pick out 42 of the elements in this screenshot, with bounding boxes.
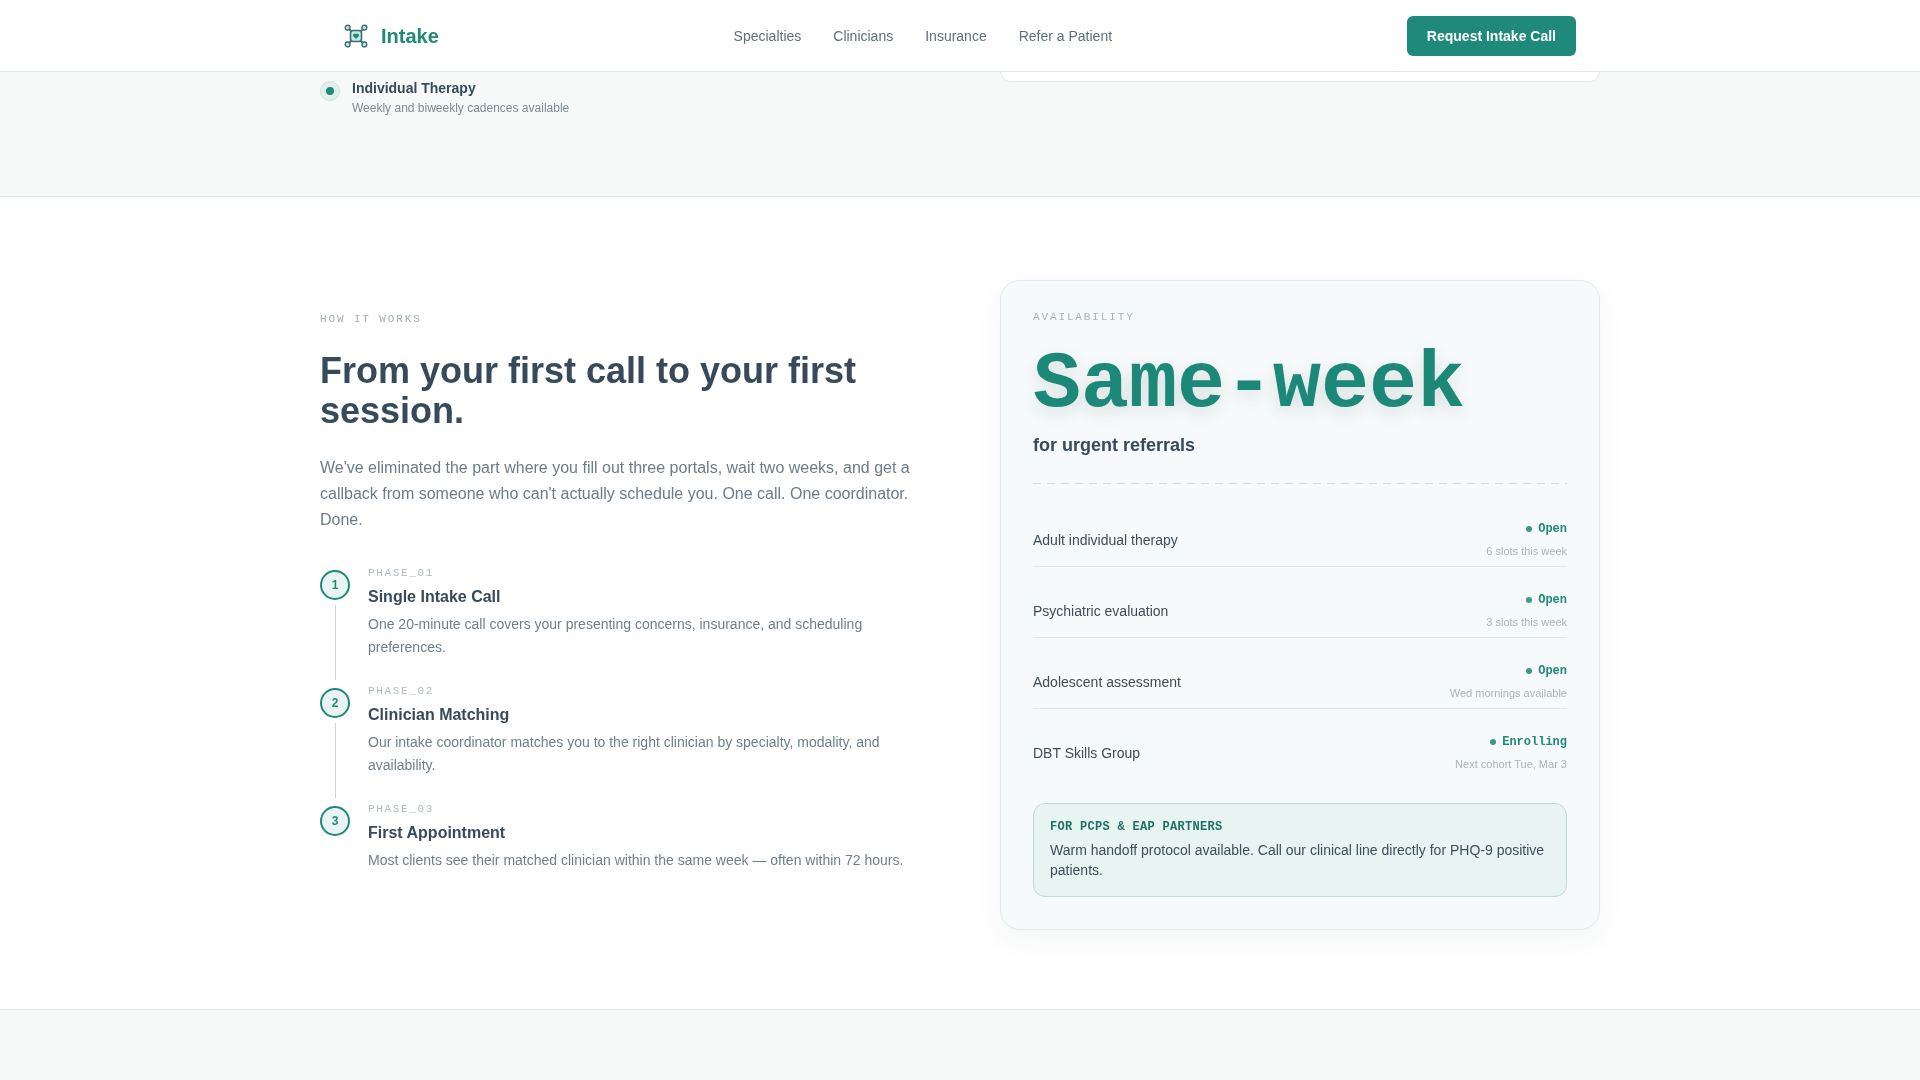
status-label: Open [1538, 663, 1567, 679]
step-description: Most clients see their matched clinician within the same week — often within 72 hours. [368, 851, 905, 870]
availability-note: 3 slots this week [1486, 615, 1567, 630]
phase-label: PHASE_02 [368, 684, 435, 699]
step-description: One 20-minute call covers your presenting concerns, insurance, and scheduling preferences. [368, 615, 864, 657]
availability-note: 6 slots this week [1486, 544, 1567, 559]
option-subtitle: Weekly and biweekly cadences available [352, 100, 570, 116]
nav-link[interactable]: Specialties [733, 25, 802, 46]
service-name: Adolescent assessment [1033, 673, 1181, 692]
section-eyebrow: HOW IT WORKS [320, 312, 423, 327]
step-title: Clinician Matching [368, 705, 511, 725]
step-number: 1 [320, 570, 350, 600]
step-number: 2 [320, 688, 350, 718]
service-name: Psychiatric evaluation [1033, 602, 1169, 621]
section-heading: From your first call to your first session. [320, 351, 858, 431]
card-eyebrow: AVAILABILITY [1033, 310, 1136, 325]
radio-icon[interactable] [320, 81, 340, 101]
availability-note: Next cohort Tue, Mar 3 [1455, 757, 1567, 772]
service-name: DBT Skills Group [1033, 744, 1141, 763]
section-intro: We've eliminated the part where you fill out three portals, wait two weeks, and get a callback from someone who can't actually schedule you. One call. One coordinator. Done. [320, 458, 911, 530]
callout-text: Warm handoff protocol available. Call our clinical line directly for PHQ-9 positive patients. [1050, 841, 1546, 880]
request-intake-call-button[interactable]: Request Intake Call [1406, 15, 1576, 56]
option-title: Individual Therapy [352, 79, 477, 98]
status-label: Enrolling [1502, 734, 1567, 750]
availability-headline: Same-week [1033, 345, 1467, 425]
nav-link[interactable]: Refer a Patient [1018, 25, 1113, 46]
availability-note: Wed mornings available [1449, 686, 1567, 701]
nav-link[interactable]: Insurance [925, 25, 987, 46]
callout-title: FOR PCPS & EAP PARTNERS [1050, 819, 1224, 835]
availability-subheadline: for urgent referrals [1033, 434, 1197, 457]
phase-label: PHASE_01 [368, 566, 435, 581]
step-title: Single Intake Call [368, 587, 502, 607]
step-number: 3 [320, 806, 350, 836]
logo-link[interactable]: Intake [344, 21, 439, 50]
logo-icon [344, 23, 368, 48]
step-title: First Appointment [368, 823, 507, 843]
status-label: Open [1538, 521, 1567, 537]
status-label: Open [1538, 592, 1567, 608]
nav-link[interactable]: Clinicians [833, 25, 894, 46]
service-name: Adult individual therapy [1033, 531, 1178, 550]
phase-label: PHASE_03 [368, 802, 435, 817]
step-description: Our intake coordinator matches you to the right clinician by specialty, modality, and availability. [368, 733, 881, 775]
